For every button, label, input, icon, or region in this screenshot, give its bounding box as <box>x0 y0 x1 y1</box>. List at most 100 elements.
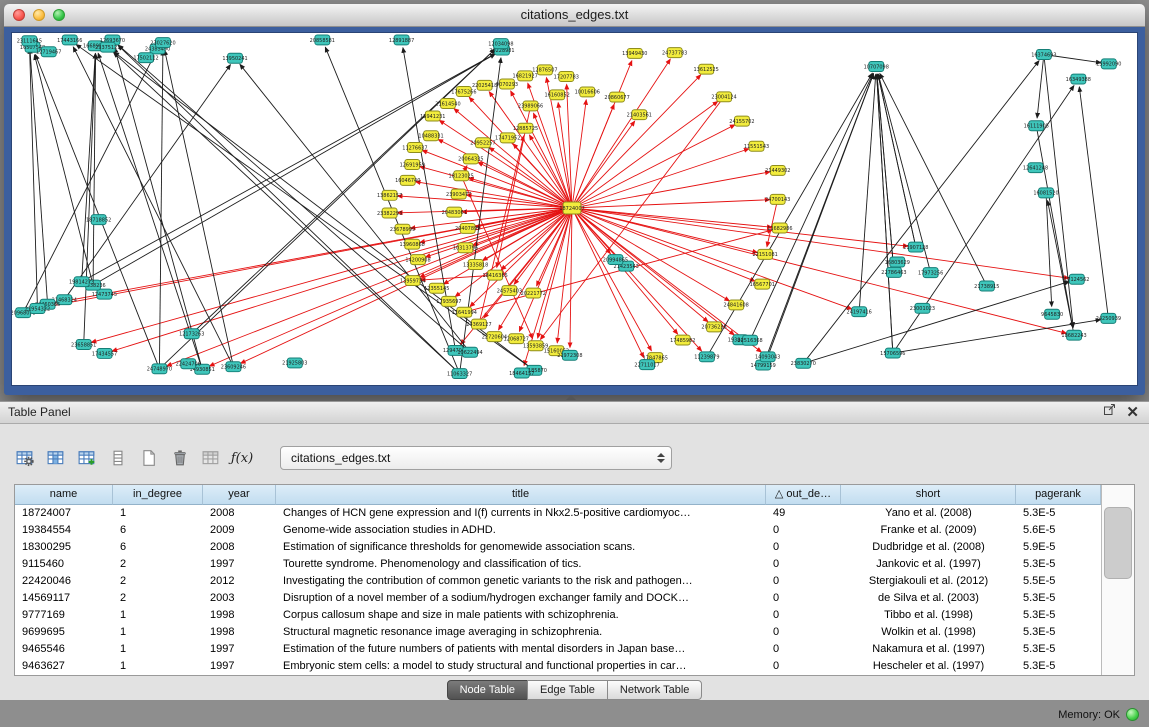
table-cell[interactable]: Corpus callosum shape and size in male p… <box>276 607 766 624</box>
table-cell[interactable]: Tibbo et al. (1998) <box>841 607 1016 624</box>
network-edge[interactable] <box>98 53 202 369</box>
table-cell[interactable]: 2 <box>113 573 203 590</box>
tab-network-table[interactable]: Network Table <box>607 680 703 700</box>
table-row[interactable]: 946554611997Estimation of the future num… <box>15 641 1101 658</box>
network-edge[interactable] <box>878 74 916 247</box>
table-cell[interactable]: 14569117 <box>15 590 113 607</box>
table-cell[interactable]: 0 <box>766 607 841 624</box>
table-row[interactable]: 977716911998Corpus callosum shape and si… <box>15 607 1101 624</box>
table-cell[interactable]: 0 <box>766 641 841 658</box>
table-cell[interactable]: Nakamura et al. (1997) <box>841 641 1016 658</box>
table-cell[interactable]: 5.6E-5 <box>1016 522 1101 539</box>
table-cell[interactable]: Estimation of significance thresholds fo… <box>276 539 766 556</box>
table-cell[interactable]: 0 <box>766 658 841 675</box>
scrollbar-thumb[interactable] <box>1104 507 1132 579</box>
network-edge[interactable] <box>118 45 459 373</box>
table-cell[interactable]: Stergiakouli et al. (2012) <box>841 573 1016 590</box>
table-cell[interactable]: Estimation of the future numbers of pati… <box>276 641 766 658</box>
table-cell[interactable]: 2012 <box>203 573 276 590</box>
table-cell[interactable]: 1997 <box>203 658 276 675</box>
zoom-window-button[interactable] <box>53 9 65 21</box>
collapse-arrow-icon[interactable] <box>566 395 576 400</box>
column-header-name[interactable]: name <box>15 485 113 505</box>
column-header-out_de[interactable]: △ out_de… <box>766 485 841 505</box>
network-edge[interactable] <box>572 208 772 227</box>
table-cell[interactable]: 1998 <box>203 607 276 624</box>
table-cell[interactable]: 5.3E-5 <box>1016 641 1101 658</box>
network-edge[interactable] <box>859 74 876 311</box>
table-cell[interactable]: 9699695 <box>15 624 113 641</box>
network-edge[interactable] <box>464 230 772 312</box>
table-cell[interactable]: 1 <box>113 641 203 658</box>
table-cell[interactable]: 5.3E-5 <box>1016 590 1101 607</box>
network-edge[interactable] <box>240 64 470 352</box>
table-scrollbar[interactable] <box>1101 485 1134 675</box>
table-settings-icon[interactable] <box>14 447 36 469</box>
table-cell[interactable]: 9463627 <box>15 658 113 675</box>
network-edge[interactable] <box>45 208 572 307</box>
table-row[interactable]: 1872400712008Changes of HCN gene express… <box>15 505 1101 522</box>
tab-edge-table[interactable]: Edge Table <box>527 680 608 700</box>
table-row[interactable]: 946362711997Embryonic stem cells: a mode… <box>15 658 1101 675</box>
network-edge[interactable] <box>572 208 729 301</box>
table-cell[interactable]: 5.9E-5 <box>1016 539 1101 556</box>
network-edge[interactable] <box>572 208 651 351</box>
table-cell[interactable]: Hescheler et al. (1997) <box>841 658 1016 675</box>
table-cell[interactable]: 1997 <box>203 556 276 573</box>
function-builder-icon[interactable]: ƒ(x) <box>231 447 253 469</box>
table-cell[interactable]: 5.3E-5 <box>1016 607 1101 624</box>
table-cell[interactable]: 0 <box>766 539 841 556</box>
float-panel-icon[interactable] <box>1103 402 1116 423</box>
network-edge[interactable] <box>23 56 154 313</box>
table-row[interactable]: 1456911722003Disruption of a novel membe… <box>15 590 1101 607</box>
network-edge[interactable] <box>30 49 48 305</box>
table-cell[interactable]: 2008 <box>203 539 276 556</box>
network-edge[interactable] <box>572 208 908 246</box>
table-cell[interactable]: 9115460 <box>15 556 113 573</box>
new-file-icon[interactable] <box>138 447 160 469</box>
network-edge[interactable] <box>114 53 460 374</box>
table-source-dropdown[interactable]: citations_edges.txt <box>280 446 672 470</box>
table-cell[interactable]: 18300295 <box>15 539 113 556</box>
network-edge[interactable] <box>803 61 1039 364</box>
table-row[interactable]: 1938455462009Genome-wide association stu… <box>15 522 1101 539</box>
network-edge[interactable] <box>1037 54 1044 117</box>
table-cell[interactable]: 9465546 <box>15 641 113 658</box>
table-cell[interactable]: 5.3E-5 <box>1016 556 1101 573</box>
network-edge[interactable] <box>35 55 159 369</box>
table-cell[interactable]: 19384554 <box>15 522 113 539</box>
table-cell[interactable]: 0 <box>766 590 841 607</box>
table-row[interactable]: 911546021997Tourette syndrome. Phenomeno… <box>15 556 1101 573</box>
network-edge[interactable] <box>570 208 572 347</box>
network-edge[interactable] <box>572 208 755 281</box>
network-edge[interactable] <box>35 55 94 285</box>
table-cell[interactable]: 22420046 <box>15 573 113 590</box>
table-cell[interactable]: 49 <box>766 505 841 522</box>
network-edge[interactable] <box>572 59 670 208</box>
network-edge[interactable] <box>572 125 735 208</box>
network-edge[interactable] <box>750 74 873 340</box>
table-row[interactable]: 2242004622012Investigating the contribut… <box>15 573 1101 590</box>
table-cell[interactable]: de Silva et al. (2003) <box>841 590 1016 607</box>
table-cell[interactable]: 2 <box>113 590 203 607</box>
table-cell[interactable]: 5.3E-5 <box>1016 658 1101 675</box>
network-edge[interactable] <box>1046 193 1052 306</box>
table-cell[interactable]: 5.3E-5 <box>1016 624 1101 641</box>
close-window-button[interactable] <box>13 9 25 21</box>
table-cell[interactable]: 1 <box>113 658 203 675</box>
table-cell[interactable]: Yano et al. (2008) <box>841 505 1016 522</box>
table-cell[interactable]: Investigating the contribution of common… <box>276 573 766 590</box>
close-panel-icon[interactable]: ✕ <box>1126 405 1139 420</box>
table-cell[interactable]: 5.3E-5 <box>1016 505 1101 522</box>
select-columns-icon[interactable] <box>45 447 67 469</box>
table-cell[interactable]: Dudbridge et al. (2008) <box>841 539 1016 556</box>
network-edge[interactable] <box>572 208 1069 278</box>
table-cell[interactable]: 0 <box>766 556 841 573</box>
column-header-in_degree[interactable]: in_degree <box>113 485 203 505</box>
network-edge[interactable] <box>513 144 572 208</box>
table-cell[interactable]: Tourette syndrome. Phenomenology and cla… <box>276 556 766 573</box>
table-cell[interactable]: 0 <box>766 522 841 539</box>
delete-icon[interactable] <box>169 447 191 469</box>
network-edge[interactable] <box>82 54 495 282</box>
network-edge[interactable] <box>877 74 893 353</box>
